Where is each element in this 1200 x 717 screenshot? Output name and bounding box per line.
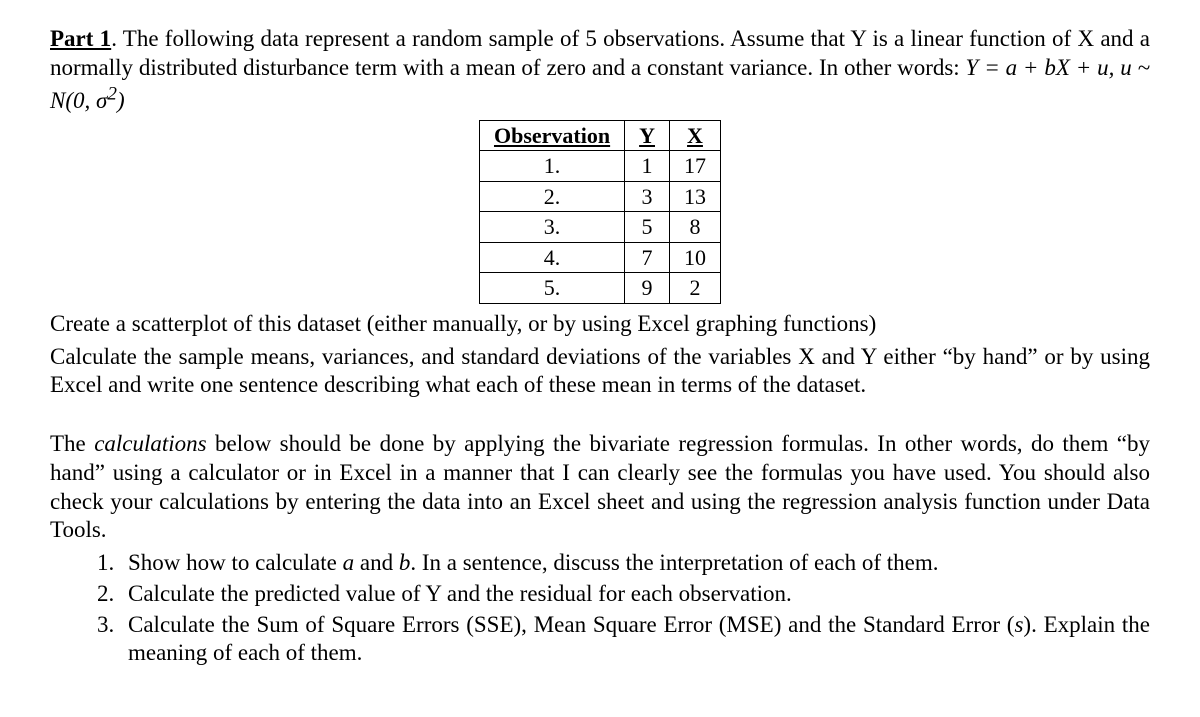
cell-x: 17 — [670, 151, 721, 182]
cell-y: 3 — [625, 181, 670, 212]
li3-pre: Calculate the Sum of Square Errors (SSE)… — [128, 612, 1014, 637]
cell-y: 5 — [625, 212, 670, 243]
table-row: 1. 1 17 — [479, 151, 720, 182]
table-row: 5. 9 2 — [479, 273, 720, 304]
list-item-3: Calculate the Sum of Square Errors (SSE)… — [120, 611, 1150, 669]
intro-paragraph: Part 1. The following data represent a r… — [50, 25, 1150, 116]
col-x: X — [670, 120, 721, 151]
li1-post: . In a sentence, discuss the interpretat… — [410, 550, 938, 575]
table-row: 2. 3 13 — [479, 181, 720, 212]
var-b: b — [399, 550, 411, 575]
part-heading: Part 1 — [50, 26, 111, 51]
cell-y: 1 — [625, 151, 670, 182]
calculations-paragraph: The calculations below should be done by… — [50, 430, 1150, 545]
instruction-scatterplot: Create a scatterplot of this dataset (ei… — [50, 310, 1150, 339]
cell-obs: 2. — [479, 181, 624, 212]
cell-obs: 4. — [479, 242, 624, 273]
cell-x: 10 — [670, 242, 721, 273]
cell-y: 9 — [625, 273, 670, 304]
para-pre: The — [50, 431, 94, 456]
table-row: 4. 7 10 — [479, 242, 720, 273]
document-body: Part 1. The following data represent a r… — [50, 25, 1150, 668]
cell-x: 2 — [670, 273, 721, 304]
cell-obs: 5. — [479, 273, 624, 304]
cell-y: 7 — [625, 242, 670, 273]
cell-x: 13 — [670, 181, 721, 212]
col-observation: Observation — [479, 120, 624, 151]
para-italic: calculations — [94, 431, 206, 456]
table-header-row: Observation Y X — [479, 120, 720, 151]
list-item-2: Calculate the predicted value of Y and t… — [120, 580, 1150, 609]
numbered-list: Show how to calculate a and b. In a sent… — [50, 549, 1150, 668]
col-y: Y — [625, 120, 670, 151]
cell-x: 8 — [670, 212, 721, 243]
li1-pre: Show how to calculate — [128, 550, 343, 575]
instruction-stats: Calculate the sample means, variances, a… — [50, 343, 1150, 401]
cell-obs: 3. — [479, 212, 624, 243]
var-a: a — [343, 550, 355, 575]
para-post: below should be done by applying the biv… — [50, 431, 1150, 542]
li1-mid: and — [354, 550, 399, 575]
table-row: 3. 5 8 — [479, 212, 720, 243]
data-table: Observation Y X 1. 1 17 2. 3 13 3. 5 8 — [479, 120, 721, 304]
list-item-1: Show how to calculate a and b. In a sent… — [120, 549, 1150, 578]
cell-obs: 1. — [479, 151, 624, 182]
